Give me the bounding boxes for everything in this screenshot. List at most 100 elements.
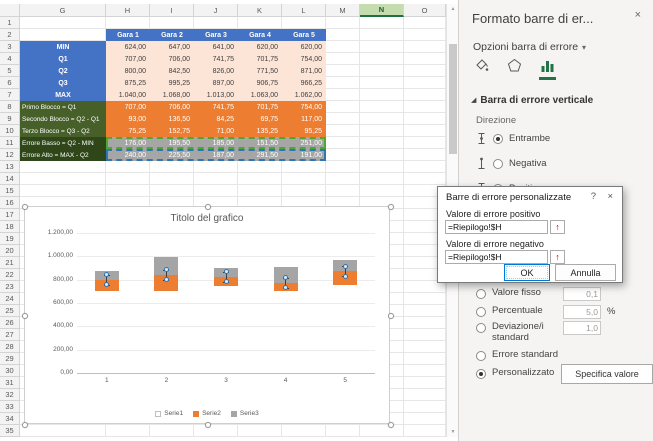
scrollbar-thumb[interactable]	[449, 44, 457, 154]
table-cell[interactable]: 754,00	[282, 101, 326, 113]
radio-button[interactable]	[476, 323, 486, 333]
specify-value-button[interactable]: Specifica valore	[561, 364, 653, 384]
cancel-button[interactable]: Annulla	[555, 264, 616, 281]
table-cell[interactable]: 906,75	[238, 77, 282, 89]
row-label-cell[interactable]: Q3	[20, 77, 106, 89]
row-label-cell[interactable]: Errore Alto = MAX - Q2	[20, 149, 106, 161]
row-label-cell[interactable]: Secondo Blocco = Q2 - Q1	[20, 113, 106, 125]
table-cell[interactable]: 706,00	[150, 53, 194, 65]
table-cell[interactable]: 151,50	[238, 137, 282, 149]
table-header-cell[interactable]: Gara 5	[282, 29, 326, 41]
column-header-K[interactable]: K	[238, 4, 282, 17]
direction-option-negativa[interactable]: Negativa	[476, 155, 547, 171]
column-header-G[interactable]: G	[20, 4, 106, 17]
table-cell[interactable]: 897,00	[194, 77, 238, 89]
chart-resize-handle[interactable]	[205, 422, 211, 428]
column-header-J[interactable]: J	[194, 4, 238, 17]
table-header-cell[interactable]: Gara 2	[150, 29, 194, 41]
table-cell[interactable]: 620,00	[282, 41, 326, 53]
row-header-27[interactable]: 27	[0, 329, 20, 341]
row-header-14[interactable]: 14	[0, 173, 20, 185]
table-cell[interactable]: 875,25	[106, 77, 150, 89]
row-header-32[interactable]: 32	[0, 389, 20, 401]
legend-item[interactable]: Serie1	[155, 410, 183, 417]
table-cell[interactable]: 826,00	[194, 65, 238, 77]
radio-button[interactable]	[476, 289, 486, 299]
row-header-18[interactable]: 18	[0, 221, 20, 233]
table-cell[interactable]: 701,75	[238, 101, 282, 113]
table-cell[interactable]: 706,00	[150, 101, 194, 113]
pane-close-icon[interactable]: ×	[635, 9, 641, 21]
positive-error-input[interactable]: =Riepilogo!$H	[445, 220, 548, 234]
row-header-8[interactable]: 8	[0, 101, 20, 113]
table-header-cell[interactable]: Gara 1	[106, 29, 150, 41]
chart[interactable]: Titolo del grafico0,00200,00400,00600,00…	[24, 206, 390, 424]
range-picker-icon[interactable]: ↑	[550, 250, 565, 264]
table-cell[interactable]: 771,50	[238, 65, 282, 77]
table-cell[interactable]: 195,50	[150, 137, 194, 149]
chart-resize-handle[interactable]	[388, 313, 394, 319]
amount-option-percentuale[interactable]: Percentuale	[476, 306, 564, 317]
row-header-26[interactable]: 26	[0, 317, 20, 329]
table-cell[interactable]: 251,00	[282, 137, 326, 149]
table-header-cell[interactable]: Gara 3	[194, 29, 238, 41]
chart-resize-handle[interactable]	[22, 204, 28, 210]
chart-resize-handle[interactable]	[388, 204, 394, 210]
radio-button[interactable]	[493, 159, 503, 169]
column-header-H[interactable]: H	[106, 4, 150, 17]
row-header-35[interactable]: 35	[0, 425, 20, 437]
row-header-16[interactable]: 16	[0, 197, 20, 209]
table-cell[interactable]: 187,00	[194, 149, 238, 161]
table-header-cell[interactable]: Gara 4	[238, 29, 282, 41]
ok-button[interactable]: OK	[504, 264, 550, 281]
table-cell[interactable]: 966,25	[282, 77, 326, 89]
table-cell[interactable]: 1.013,00	[194, 89, 238, 101]
table-cell[interactable]: 1.062,00	[282, 89, 326, 101]
row-header-23[interactable]: 23	[0, 281, 20, 293]
row-label-cell[interactable]: Primo Blocco = Q1	[20, 101, 106, 113]
table-cell[interactable]: 1.063,00	[238, 89, 282, 101]
table-cell[interactable]: 624,00	[106, 41, 150, 53]
amount-option-deviazione-i-standard[interactable]: Deviazione/i standard	[476, 322, 564, 344]
table-cell[interactable]: 707,00	[106, 101, 150, 113]
vertical-error-bar-section[interactable]: ◢Barra di errore verticale	[471, 95, 593, 106]
table-cell[interactable]: 1.040,00	[106, 89, 150, 101]
row-header-30[interactable]: 30	[0, 365, 20, 377]
row-header-7[interactable]: 7	[0, 89, 20, 101]
table-cell[interactable]: 135,25	[238, 125, 282, 137]
row-label-cell[interactable]: Q1	[20, 53, 106, 65]
chart-resize-handle[interactable]	[205, 204, 211, 210]
amount-option-errore-standard[interactable]: Errore standard	[476, 350, 564, 361]
row-header-11[interactable]: 11	[0, 137, 20, 149]
chart-resize-handle[interactable]	[388, 422, 394, 428]
direction-option-entrambe[interactable]: Entrambe	[476, 130, 550, 146]
table-cell[interactable]: 71,00	[194, 125, 238, 137]
row-header-12[interactable]: 12	[0, 149, 20, 161]
error-bar-options-tab[interactable]	[539, 57, 556, 80]
row-header-29[interactable]: 29	[0, 353, 20, 365]
chart-resize-handle[interactable]	[22, 313, 28, 319]
table-cell[interactable]: 707,00	[106, 53, 150, 65]
range-picker-icon[interactable]: ↑	[550, 220, 565, 234]
amount-option-valore-fisso[interactable]: Valore fisso	[476, 288, 564, 299]
table-cell[interactable]: 191,00	[282, 149, 326, 161]
table-cell[interactable]: 185,00	[194, 137, 238, 149]
row-header-22[interactable]: 22	[0, 269, 20, 281]
table-cell[interactable]: 620,00	[238, 41, 282, 53]
amount-value-input[interactable]: 1,0	[563, 321, 601, 335]
table-cell[interactable]: 291,50	[238, 149, 282, 161]
row-label-cell[interactable]: Terzo Blocco = Q3 - Q2	[20, 125, 106, 137]
negative-error-input[interactable]: =Riepilogo!$H	[445, 250, 548, 264]
row-header-2[interactable]: 2	[0, 29, 20, 41]
row-header-4[interactable]: 4	[0, 53, 20, 65]
row-header-17[interactable]: 17	[0, 209, 20, 221]
row-header-34[interactable]: 34	[0, 413, 20, 425]
row-header-6[interactable]: 6	[0, 77, 20, 89]
legend-item[interactable]: Serie3	[231, 410, 259, 417]
radio-button[interactable]	[476, 351, 486, 361]
row-header-33[interactable]: 33	[0, 401, 20, 413]
chart-legend[interactable]: Serie1Serie2Serie3	[25, 410, 389, 417]
table-cell[interactable]: 152,75	[150, 125, 194, 137]
table-cell[interactable]: 95,25	[282, 125, 326, 137]
chart-title[interactable]: Titolo del grafico	[25, 213, 389, 224]
